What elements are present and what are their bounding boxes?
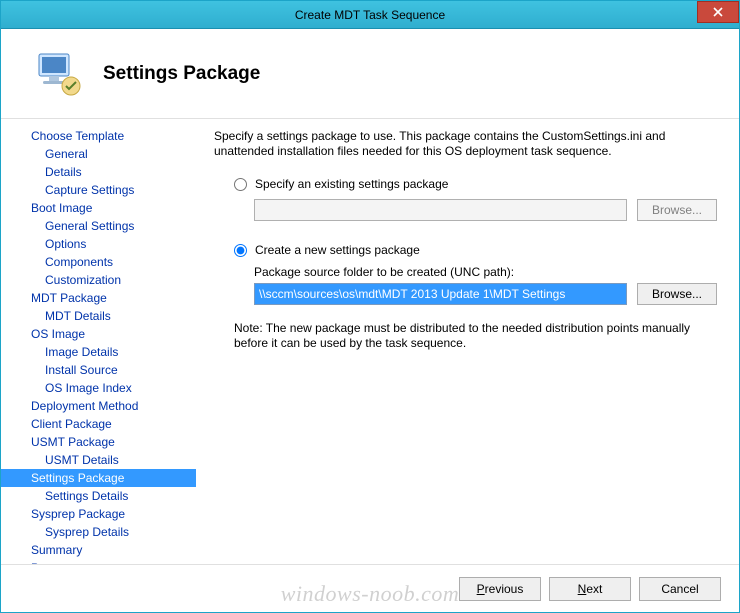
radio-existing-label[interactable]: Specify an existing settings package [255, 177, 448, 191]
nav-item-client-package[interactable]: Client Package [1, 415, 196, 433]
nav-item-image-details[interactable]: Image Details [1, 343, 196, 361]
radio-new-row[interactable]: Create a new settings package [234, 243, 717, 257]
nav-item-sysprep-package[interactable]: Sysprep Package [1, 505, 196, 523]
radio-existing-row[interactable]: Specify an existing settings package [234, 177, 717, 191]
nav-item-components[interactable]: Components [1, 253, 196, 271]
intro-text: Specify a settings package to use. This … [214, 129, 717, 159]
cancel-button[interactable]: Cancel [639, 577, 721, 601]
close-icon [713, 7, 723, 17]
previous-button[interactable]: Previous [459, 577, 541, 601]
wizard-header: Settings Package [1, 29, 739, 119]
next-button[interactable]: Next [549, 577, 631, 601]
window-title: Create MDT Task Sequence [295, 8, 445, 22]
nav-item-settings-details[interactable]: Settings Details [1, 487, 196, 505]
nav-item-customization[interactable]: Customization [1, 271, 196, 289]
nav-item-deployment-method[interactable]: Deployment Method [1, 397, 196, 415]
nav-item-general[interactable]: General [1, 145, 196, 163]
nav-item-choose-template[interactable]: Choose Template [1, 127, 196, 145]
nav-item-summary[interactable]: Summary [1, 541, 196, 559]
nav-item-install-source[interactable]: Install Source [1, 361, 196, 379]
wizard-icon [31, 48, 83, 100]
nav-item-general-settings[interactable]: General Settings [1, 217, 196, 235]
wizard-window: Create MDT Task Sequence Settings Packag… [0, 0, 740, 613]
nav-item-settings-package[interactable]: Settings Package [1, 469, 196, 487]
nav-item-sysprep-details[interactable]: Sysprep Details [1, 523, 196, 541]
wizard-content: Choose TemplateGeneralDetailsCapture Set… [1, 119, 739, 564]
nav-item-details[interactable]: Details [1, 163, 196, 181]
nav-item-mdt-details[interactable]: MDT Details [1, 307, 196, 325]
nav-item-capture-settings[interactable]: Capture Settings [1, 181, 196, 199]
nav-item-mdt-package[interactable]: MDT Package [1, 289, 196, 307]
nav-item-boot-image[interactable]: Boot Image [1, 199, 196, 217]
wizard-nav-sidebar: Choose TemplateGeneralDetailsCapture Set… [1, 119, 196, 564]
existing-package-input [254, 199, 627, 221]
existing-field-row: Browse... [254, 199, 717, 221]
new-path-label: Package source folder to be created (UNC… [254, 265, 717, 279]
titlebar: Create MDT Task Sequence [1, 1, 739, 29]
page-title: Settings Package [103, 63, 260, 85]
nav-item-usmt-package[interactable]: USMT Package [1, 433, 196, 451]
nav-item-usmt-details[interactable]: USMT Details [1, 451, 196, 469]
nav-item-os-image-index[interactable]: OS Image Index [1, 379, 196, 397]
radio-existing[interactable] [234, 178, 247, 191]
browse-existing-button: Browse... [637, 199, 717, 221]
new-package-path-input[interactable] [254, 283, 627, 305]
new-field-row: Browse... [254, 283, 717, 305]
radio-new[interactable] [234, 244, 247, 257]
close-button[interactable] [697, 1, 739, 23]
nav-item-os-image[interactable]: OS Image [1, 325, 196, 343]
browse-new-button[interactable]: Browse... [637, 283, 717, 305]
wizard-footer: Previous Next Cancel [1, 564, 739, 612]
wizard-main-panel: Specify a settings package to use. This … [196, 119, 739, 564]
note-text: Note: The new package must be distribute… [234, 321, 717, 351]
nav-item-options[interactable]: Options [1, 235, 196, 253]
radio-new-label[interactable]: Create a new settings package [255, 243, 420, 257]
